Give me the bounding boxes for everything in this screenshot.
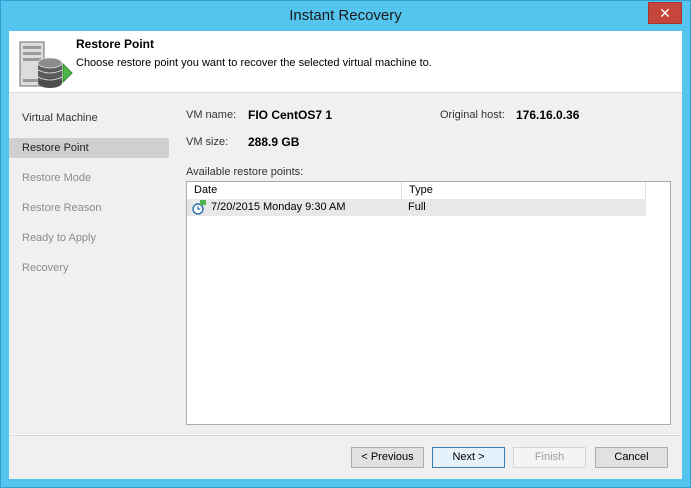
step-ready-to-apply: Ready to Apply (22, 232, 96, 244)
page-title: Restore Point (76, 37, 155, 51)
list-header: Date Type (187, 182, 646, 200)
close-button[interactable]: ✕ (648, 2, 682, 24)
column-header-type[interactable]: Type (402, 182, 646, 199)
wizard-footer: < Previous Next > Finish Cancel (9, 436, 682, 479)
server-restore-icon (19, 41, 73, 88)
next-button[interactable]: Next > (432, 447, 505, 468)
cancel-button[interactable]: Cancel (595, 447, 668, 468)
vm-size-value: 288.9 GB (248, 135, 300, 149)
step-recovery: Recovery (22, 262, 69, 274)
step-restore-reason: Restore Reason (22, 202, 102, 214)
vm-name-value: FIO CentOS7 1 (248, 108, 333, 122)
restore-point-row[interactable]: 7/20/2015 Monday 9:30 AM Full (187, 199, 646, 216)
step-virtual-machine[interactable]: Virtual Machine (9, 108, 169, 128)
vm-size-label: VM size: (186, 136, 229, 148)
wizard-header: Restore Point Choose restore point you w… (9, 31, 682, 93)
restore-points-label: Available restore points: (186, 166, 304, 178)
vm-name-label: VM name: (186, 109, 237, 121)
restore-points-list[interactable]: Date Type 7/20/2015 Monday 9:30 AM Full (186, 181, 671, 425)
title-bar[interactable]: Instant Recovery ✕ (1, 1, 690, 31)
restore-point-panel: VM name: FIO CentOS7 1 Original host: 17… (172, 93, 682, 434)
wizard-steps-sidebar: Virtual Machine Restore Point Restore Mo… (9, 93, 172, 434)
previous-button[interactable]: < Previous (351, 447, 424, 468)
step-restore-point[interactable]: Restore Point (9, 138, 169, 158)
original-host-label: Original host: (440, 109, 505, 121)
original-host-value: 176.16.0.36 (516, 108, 580, 122)
window-title: Instant Recovery (289, 7, 402, 24)
restore-point-type: Full (408, 201, 426, 213)
restore-point-date: 7/20/2015 Monday 9:30 AM (211, 201, 346, 213)
finish-button: Finish (513, 447, 586, 468)
wizard-client-area: Restore Point Choose restore point you w… (9, 31, 682, 479)
restore-point-clock-icon (192, 200, 206, 215)
step-restore-mode: Restore Mode (22, 172, 92, 184)
instant-recovery-window: Instant Recovery ✕ Restore Point Choose … (0, 0, 691, 488)
page-description: Choose restore point you want to recover… (76, 57, 432, 69)
column-header-date[interactable]: Date (187, 182, 402, 199)
